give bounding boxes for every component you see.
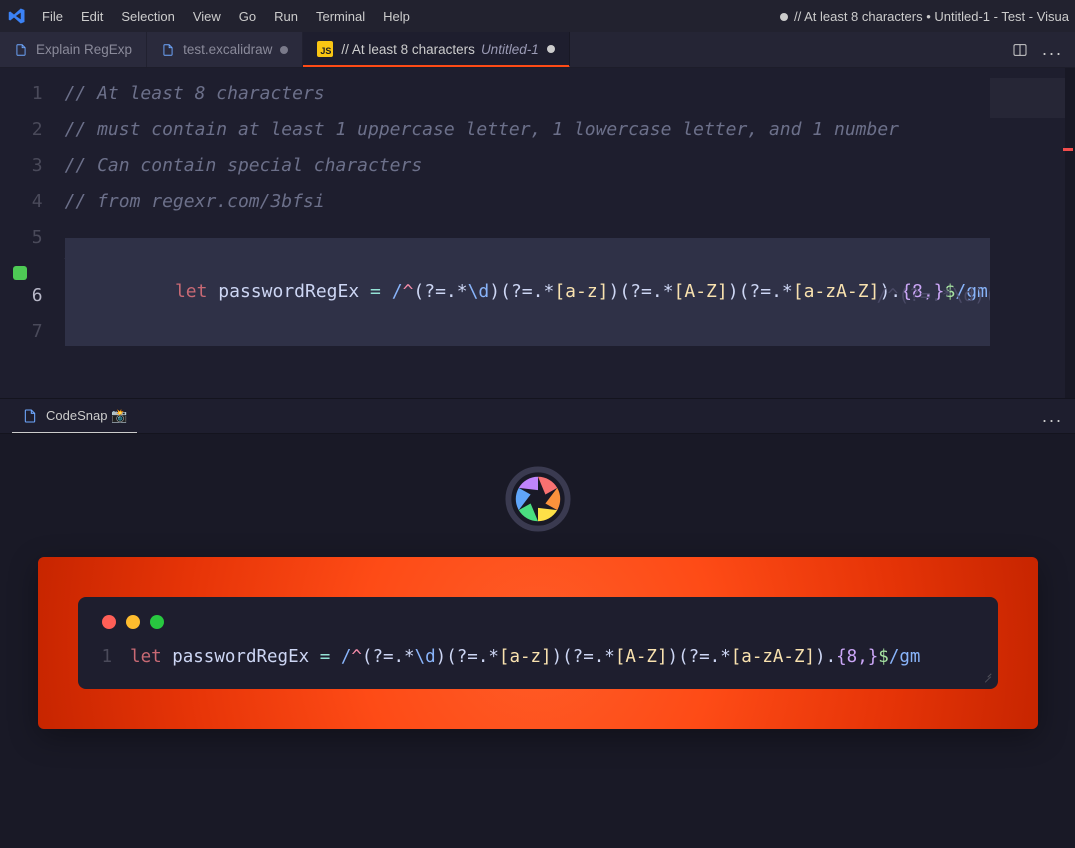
panel-tab-label: CodeSnap 📸 — [46, 408, 127, 424]
window-title: // At least 8 characters • Untitled-1 - … — [418, 9, 1075, 24]
snapshot-card: 1 let passwordRegEx = /^(?=.*\d)(?=.*[a-… — [78, 597, 998, 689]
gutter-marker-icon[interactable] — [13, 266, 27, 280]
dirty-dot-icon — [280, 46, 288, 54]
overview-error-marker-icon — [1063, 148, 1073, 151]
menu-help[interactable]: Help — [375, 4, 418, 29]
minimap[interactable] — [990, 68, 1066, 398]
tab-description: Untitled-1 — [481, 42, 539, 57]
menu-selection[interactable]: Selection — [113, 4, 182, 29]
panel-more-button[interactable]: ... — [1042, 406, 1063, 427]
more-actions-button[interactable]: ... — [1042, 39, 1063, 60]
overview-ruler[interactable] — [1065, 68, 1075, 398]
tab-label: // At least 8 characters — [341, 42, 475, 57]
menu-go[interactable]: Go — [231, 4, 264, 29]
mac-window-controls-icon — [102, 615, 974, 629]
resize-handle-icon[interactable] — [980, 671, 992, 683]
code-comment: // must contain at least 1 uppercase let… — [65, 112, 899, 148]
snapshot-line-number: 1 — [102, 647, 113, 667]
code-comment: // At least 8 characters — [65, 76, 325, 112]
file-icon — [22, 408, 38, 424]
panel-tab-bar: CodeSnap 📸 ... — [0, 398, 1075, 434]
snapshot-code: 1 let passwordRegEx = /^(?=.*\d)(?=.*[a-… — [102, 647, 974, 667]
snapshot-container: 1 let passwordRegEx = /^(?=.*\d)(?=.*[a-… — [38, 557, 1038, 729]
line-numbers: 1 2 3 4 5 6 7 — [5, 68, 64, 398]
tab-actions: ... — [1000, 32, 1075, 67]
menu-edit[interactable]: Edit — [73, 4, 111, 29]
file-icon — [14, 43, 28, 57]
title-bar: File Edit Selection View Go Run Terminal… — [0, 0, 1075, 32]
javascript-icon: JS — [317, 41, 333, 57]
file-icon — [161, 43, 175, 57]
codesnap-panel: 1 let passwordRegEx = /^(?=.*\d)(?=.*[a-… — [0, 434, 1075, 848]
dirty-dot-icon — [547, 45, 555, 53]
tab-explain-regexp[interactable]: Explain RegExp — [0, 32, 147, 67]
code-comment: // Can contain special characters — [65, 148, 423, 184]
menu-file[interactable]: File — [34, 4, 71, 29]
editor[interactable]: 1 2 3 4 5 6 7 // At least 8 characters /… — [0, 68, 1075, 398]
tab-untitled-1[interactable]: JS // At least 8 characters Untitled-1 — [303, 32, 569, 67]
menu-bar: File Edit Selection View Go Run Terminal… — [34, 4, 418, 29]
split-editor-icon[interactable] — [1012, 42, 1028, 58]
menu-terminal[interactable]: Terminal — [308, 4, 373, 29]
menu-run[interactable]: Run — [266, 4, 306, 29]
panel-tab-codesnap[interactable]: CodeSnap 📸 — [12, 399, 137, 433]
aperture-logo-icon — [501, 462, 575, 539]
wrapped-code-ghost: /^(?=.*\d)( — [877, 278, 996, 314]
menu-view[interactable]: View — [185, 4, 229, 29]
tab-test-excalidraw[interactable]: test.excalidraw — [147, 32, 303, 67]
code-area[interactable]: // At least 8 characters // must contain… — [65, 68, 990, 398]
regex-declaration-line: let passwordRegEx = /^(?=.*\d)(?=.*[a-z]… — [65, 274, 990, 310]
tab-label: Explain RegExp — [36, 42, 132, 57]
vscode-logo-icon — [0, 7, 34, 25]
editor-tabs: Explain RegExp test.excalidraw JS // At … — [0, 32, 1075, 68]
code-comment: // from regexr.com/3bfsi — [65, 184, 325, 220]
dirty-indicator-icon — [780, 13, 788, 21]
tab-label: test.excalidraw — [183, 42, 272, 57]
